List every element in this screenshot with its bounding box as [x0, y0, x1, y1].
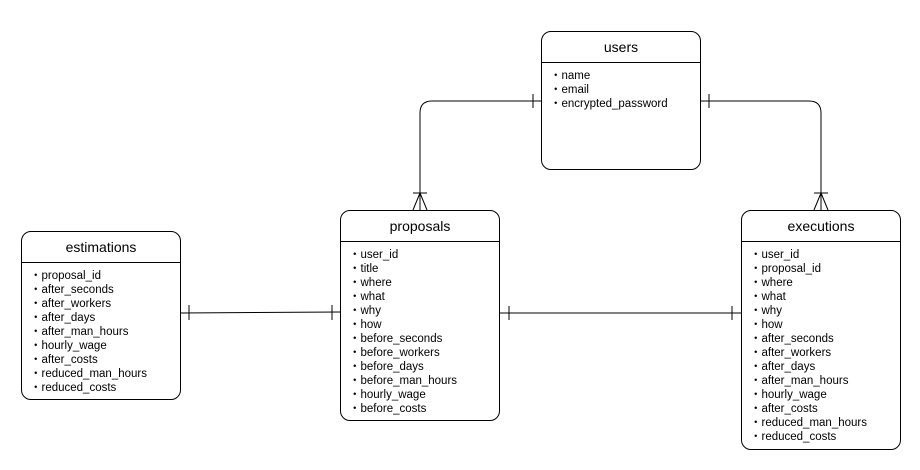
entity-title: users — [542, 32, 700, 63]
field-item: after_seconds — [750, 332, 900, 346]
field-item: what — [349, 290, 499, 304]
field-item: how — [750, 318, 900, 332]
field-item: proposal_id — [750, 262, 900, 276]
field-item: before_days — [349, 360, 499, 374]
field-item: title — [349, 262, 499, 276]
entity-executions[interactable]: executions user_id proposal_id where wha… — [741, 210, 901, 450]
field-list: user_id title where what why how before_… — [341, 242, 499, 416]
field-list: name email encrypted_password — [542, 63, 700, 111]
field-item: hourly_wage — [30, 339, 180, 353]
entity-users[interactable]: users name email encrypted_password — [541, 31, 701, 170]
entity-title: executions — [742, 211, 900, 242]
field-item: after_workers — [30, 297, 180, 311]
field-item: how — [349, 318, 499, 332]
field-item: name — [550, 69, 700, 83]
field-item: after_man_hours — [30, 325, 180, 339]
entity-title: proposals — [341, 211, 499, 242]
field-item: after_workers — [750, 346, 900, 360]
entity-proposals[interactable]: proposals user_id title where what why h… — [340, 210, 500, 421]
field-item: user_id — [750, 248, 900, 262]
field-item: after_costs — [30, 353, 180, 367]
field-item: reduced_costs — [750, 430, 900, 444]
field-list: proposal_id after_seconds after_workers … — [22, 263, 180, 395]
field-item: before_costs — [349, 402, 499, 416]
field-item: where — [349, 276, 499, 290]
field-item: encrypted_password — [550, 97, 700, 111]
field-item: before_workers — [349, 346, 499, 360]
relationship-proposals-executions — [500, 306, 741, 320]
entity-title: estimations — [22, 232, 180, 263]
field-item: reduced_costs — [30, 381, 180, 395]
field-item: why — [349, 304, 499, 318]
field-item: hourly_wage — [750, 388, 900, 402]
field-item: after_costs — [750, 402, 900, 416]
relationship-estimations-proposals — [180, 305, 341, 320]
field-item: before_man_hours — [349, 374, 499, 388]
field-item: what — [750, 290, 900, 304]
field-list: user_id proposal_id where what why how a… — [742, 242, 900, 444]
field-item: hourly_wage — [349, 388, 499, 402]
field-item: why — [750, 304, 900, 318]
field-item: after_days — [750, 360, 900, 374]
field-item: after_days — [30, 311, 180, 325]
field-item: where — [750, 276, 900, 290]
field-item: before_seconds — [349, 332, 499, 346]
relationship-users-executions — [701, 94, 829, 211]
entity-estimations[interactable]: estimations proposal_id after_seconds af… — [21, 231, 181, 400]
field-item: reduced_man_hours — [30, 367, 180, 381]
field-item: proposal_id — [30, 269, 180, 283]
field-item: email — [550, 83, 700, 97]
field-item: user_id — [349, 248, 499, 262]
relationship-users-proposals — [412, 94, 541, 211]
field-item: reduced_man_hours — [750, 416, 900, 430]
field-item: after_seconds — [30, 283, 180, 297]
field-item: after_man_hours — [750, 374, 900, 388]
